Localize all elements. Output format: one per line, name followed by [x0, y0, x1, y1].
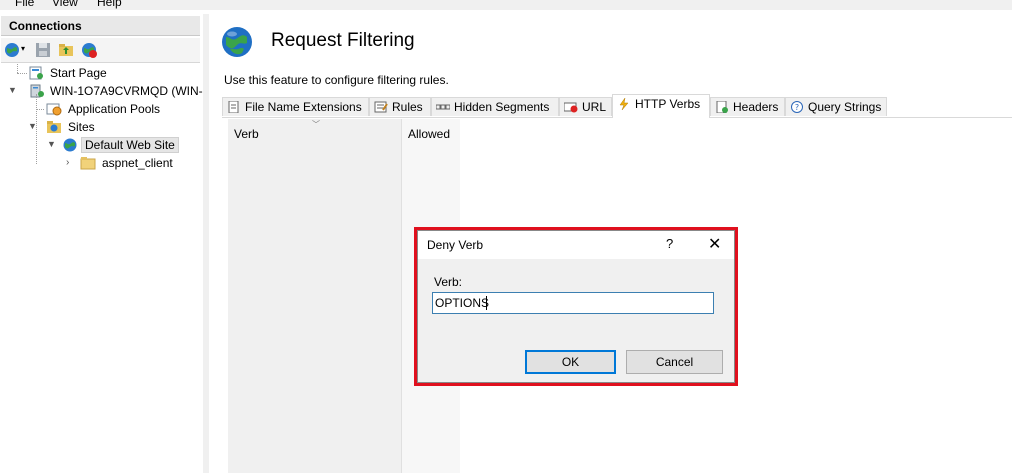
tab-label: Hidden Segments — [454, 100, 550, 114]
tree-aspnet-client[interactable]: aspnet_client — [80, 154, 176, 172]
document-icon — [228, 101, 239, 113]
tab-hidden-segments[interactable]: Hidden Segments — [431, 97, 559, 116]
folder-icon — [80, 157, 96, 170]
tab-label: URL — [582, 100, 607, 114]
globe-icon — [63, 138, 77, 152]
tree-application-pools[interactable]: Application Pools — [46, 100, 163, 118]
menu-help[interactable]: Help — [97, 0, 122, 9]
request-filtering-globe-icon — [222, 27, 252, 57]
tab-headers[interactable]: Headers — [710, 97, 785, 116]
verb-column — [228, 119, 402, 473]
ok-button[interactable]: OK — [525, 350, 616, 374]
dropdown-arrow-icon[interactable]: ▾ — [21, 44, 25, 53]
menu-bar: File View Help — [0, 0, 1012, 10]
tree-sites[interactable]: Sites — [46, 118, 98, 136]
page-title: Request Filtering — [271, 30, 415, 51]
feature-tabs: File Name Extensions Rules Hidden Segmen… — [222, 94, 1012, 118]
column-header-verb[interactable]: Verb — [234, 127, 259, 141]
url-icon — [564, 102, 578, 113]
tab-label: Query Strings — [808, 100, 882, 114]
hidden-segments-icon — [436, 104, 450, 110]
svg-text:?: ? — [795, 103, 799, 112]
tree-label: aspnet_client — [102, 156, 173, 170]
tree-default-web-site[interactable]: Default Web Site — [62, 136, 179, 154]
column-header-allowed[interactable]: Allowed — [408, 127, 450, 141]
close-icon[interactable]: ✕ — [708, 234, 721, 254]
tab-url[interactable]: URL — [559, 97, 612, 116]
application-pools-icon — [46, 103, 62, 116]
expand-arrow-icon[interactable]: › — [66, 157, 69, 168]
tab-file-name-extensions[interactable]: File Name Extensions — [222, 97, 369, 116]
page-description: Use this feature to configure filtering … — [224, 73, 449, 87]
dialog-title: Deny Verb — [427, 238, 484, 252]
rules-icon — [374, 101, 388, 113]
connections-toolbar: ▾ — [1, 38, 200, 63]
tab-label: Rules — [392, 100, 423, 114]
up-folder-icon[interactable] — [58, 42, 74, 58]
save-icon[interactable] — [35, 42, 51, 58]
dialog-body: Verb: OK Cancel — [418, 259, 734, 382]
headers-icon — [716, 101, 728, 113]
dialog-titlebar: Deny Verb ? ✕ — [418, 231, 734, 259]
start-page-icon — [29, 66, 43, 80]
text-caret — [486, 296, 487, 310]
tree-start-page[interactable]: Start Page — [28, 64, 110, 82]
tab-rules[interactable]: Rules — [369, 97, 431, 116]
tree-label: Application Pools — [68, 102, 161, 116]
cancel-button[interactable]: Cancel — [626, 350, 723, 374]
sort-indicator-icon: ﹀ — [312, 120, 320, 129]
help-button[interactable]: ? — [666, 236, 673, 251]
collapse-arrow-icon[interactable]: ▼ — [8, 85, 17, 95]
tab-label: HTTP Verbs — [635, 97, 701, 111]
disconnect-icon[interactable] — [81, 42, 97, 58]
verb-label: Verb: — [434, 275, 463, 289]
tab-label: File Name Extensions — [245, 100, 362, 114]
connections-panel: Connections ▾ Start Page ▼ WIN-1O7A9CVRM… — [0, 14, 209, 473]
connections-title: Connections — [1, 16, 200, 36]
tab-label: Headers — [733, 100, 779, 114]
question-icon: ? — [791, 101, 803, 113]
collapse-arrow-icon[interactable]: ▼ — [28, 121, 37, 131]
tree-label: WIN-1O7A9CVRMQD (WIN-1 — [50, 84, 210, 98]
tree-server[interactable]: WIN-1O7A9CVRMQD (WIN-1 — [28, 82, 212, 100]
lightning-icon — [619, 98, 629, 110]
tree-label: Default Web Site — [81, 137, 179, 153]
tab-http-verbs[interactable]: HTTP Verbs — [612, 94, 710, 118]
tree-label: Sites — [68, 120, 95, 134]
deny-verb-dialog: Deny Verb ? ✕ Verb: OK Cancel — [417, 230, 735, 383]
collapse-arrow-icon[interactable]: ▼ — [47, 139, 56, 149]
menu-file[interactable]: File — [15, 0, 34, 9]
sites-folder-icon — [47, 121, 61, 133]
tab-query-strings[interactable]: ? Query Strings — [785, 97, 887, 116]
menu-view[interactable]: View — [52, 0, 78, 9]
verb-input[interactable] — [432, 292, 714, 314]
connect-globe-icon[interactable] — [4, 42, 20, 58]
tree-label: Start Page — [50, 66, 107, 80]
